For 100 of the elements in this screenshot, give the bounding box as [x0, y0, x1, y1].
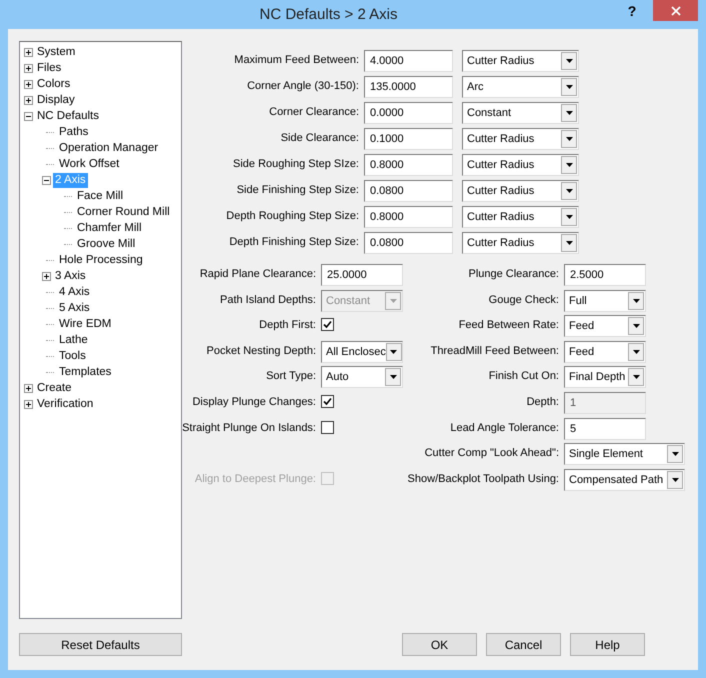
- field-label: Depth:: [526, 394, 559, 409]
- tree-item[interactable]: Corner Round Mill: [75, 204, 172, 220]
- caret-icon: [566, 137, 572, 141]
- field-label: Show/Backplot Toolpath Using:: [406, 472, 559, 486]
- dropdown[interactable]: Cutter Radius: [462, 206, 579, 228]
- dropdown[interactable]: Feed: [564, 340, 646, 363]
- dropdown[interactable]: Compensated Path: [564, 468, 685, 491]
- caret-icon: [566, 59, 572, 63]
- dropdown[interactable]: Final Depth: [564, 366, 646, 388]
- expand-icon[interactable]: [24, 384, 33, 392]
- caret-icon: [566, 163, 572, 167]
- caret-icon: [566, 241, 572, 245]
- dropdown[interactable]: All Enclosec: [321, 340, 403, 363]
- caret-icon: [390, 375, 396, 380]
- text-field[interactable]: 0.8000: [364, 206, 453, 228]
- caret-icon: [390, 350, 398, 354]
- field-label: Depth Roughing Step Size:: [225, 209, 359, 223]
- field-label: Corner Clearance:: [268, 105, 359, 119]
- dropdown[interactable]: Arc: [462, 76, 579, 98]
- caret-icon: [566, 111, 572, 115]
- dropdown[interactable]: Feed: [564, 315, 646, 338]
- field-label: Lead Angle Tolerance:: [449, 420, 559, 435]
- dialog-button[interactable]: Cancel: [486, 633, 561, 656]
- text-field[interactable]: 0.1000: [364, 128, 453, 150]
- tree-item[interactable]: Templates: [57, 364, 114, 380]
- field-label: Corner Angle (30-150):: [246, 79, 359, 93]
- caret-icon: [632, 298, 640, 303]
- tree-item[interactable]: Tools: [57, 348, 88, 364]
- tree-item[interactable]: Paths: [57, 124, 90, 140]
- field-label: Depth Finishing Step Size:: [228, 235, 359, 249]
- tree-item[interactable]: 3 Axis: [53, 268, 88, 284]
- text-field[interactable]: 25.0000: [321, 264, 403, 286]
- checkbox[interactable]: [321, 420, 334, 434]
- tree-item[interactable]: Verification: [35, 396, 96, 412]
- expand-icon[interactable]: [42, 272, 51, 280]
- checkbox[interactable]: [321, 394, 334, 408]
- dropdown[interactable]: Cutter Radius: [462, 232, 579, 254]
- dropdown[interactable]: Cutter Radius: [462, 128, 579, 150]
- expand-icon[interactable]: [24, 400, 33, 408]
- text-field[interactable]: 0.0800: [364, 180, 453, 202]
- text-field[interactable]: 0.0800: [364, 232, 453, 254]
- field-label: Cutter Comp "Look Ahead":: [424, 446, 559, 460]
- field-label: Straight Plunge On Islands:: [182, 420, 316, 435]
- dropdown[interactable]: Cutter Radius: [462, 50, 579, 72]
- tree-item[interactable]: Chamfer Mill: [75, 220, 144, 236]
- text-field[interactable]: 5: [564, 418, 646, 440]
- field-label: Side Clearance:: [280, 131, 359, 145]
- collapse-icon[interactable]: [24, 112, 33, 120]
- field-label: Rapid Plane Clearance:: [198, 267, 316, 281]
- expand-icon[interactable]: [24, 64, 33, 72]
- field-label: Side Finishing Step Size:: [236, 183, 359, 197]
- expand-icon[interactable]: [24, 96, 33, 104]
- field-label: Plunge Clearance:: [467, 267, 559, 281]
- tree-item[interactable]: 5 Axis: [57, 300, 92, 316]
- dialog-button[interactable]: OK: [402, 633, 477, 656]
- text-field[interactable]: 4.0000: [364, 50, 453, 72]
- field-label: Pocket Nesting Depth:: [206, 344, 316, 358]
- tree-item[interactable]: Lathe: [57, 332, 90, 348]
- tree-item[interactable]: Create: [35, 380, 74, 396]
- help-button[interactable]: ?: [617, 0, 647, 21]
- close-button[interactable]: [653, 0, 698, 21]
- dropdown[interactable]: Full: [564, 290, 646, 312]
- expand-icon[interactable]: [24, 48, 33, 56]
- close-icon: [670, 6, 680, 16]
- tree-item[interactable]: Files: [35, 60, 64, 76]
- dropdown[interactable]: Cutter Radius: [462, 154, 579, 176]
- tree-item[interactable]: System: [35, 44, 78, 60]
- tree-item[interactable]: 4 Axis: [57, 284, 92, 300]
- checkbox[interactable]: [321, 318, 334, 332]
- tree-item[interactable]: NC Defaults: [35, 108, 101, 124]
- dropdown[interactable]: Single Element: [564, 443, 685, 466]
- dropdown[interactable]: Cutter Radius: [462, 180, 579, 202]
- caret-icon: [566, 215, 572, 219]
- caret-icon: [672, 452, 678, 456]
- reset-defaults-button[interactable]: Reset Defaults: [19, 633, 182, 656]
- field-label: Depth First:: [258, 318, 316, 332]
- caret-icon: [632, 324, 640, 328]
- tree-item[interactable]: Face Mill: [75, 188, 126, 204]
- tree-item[interactable]: Operation Manager: [57, 140, 160, 156]
- text-field[interactable]: 135.0000: [364, 76, 453, 98]
- caret-icon: [566, 85, 572, 89]
- tree-item[interactable]: Groove Mill: [75, 236, 138, 252]
- field-label: Gouge Check:: [488, 292, 559, 307]
- tree-item[interactable]: Work Offset: [57, 156, 122, 172]
- tree-item[interactable]: Wire EDM: [57, 316, 114, 332]
- field-label: Feed Between Rate:: [458, 318, 559, 332]
- expand-icon[interactable]: [24, 80, 33, 88]
- text-field[interactable]: 0.8000: [364, 154, 453, 176]
- tree-item[interactable]: Hole Processing: [57, 252, 145, 268]
- dropdown[interactable]: Auto: [321, 366, 403, 388]
- collapse-icon[interactable]: [42, 176, 51, 184]
- text-field[interactable]: 2.5000: [564, 264, 646, 286]
- field-label: Sort Type:: [265, 369, 316, 384]
- tree-item[interactable]: Display: [35, 92, 77, 108]
- dropdown[interactable]: Constant: [462, 102, 579, 124]
- dialog-button[interactable]: Help: [570, 633, 645, 656]
- text-field[interactable]: 0.0000: [364, 102, 453, 124]
- field-label: Side Roughing Step SIze:: [232, 157, 359, 171]
- tree-item[interactable]: Colors: [35, 76, 72, 92]
- field-label: Maximum Feed Between:: [233, 53, 359, 67]
